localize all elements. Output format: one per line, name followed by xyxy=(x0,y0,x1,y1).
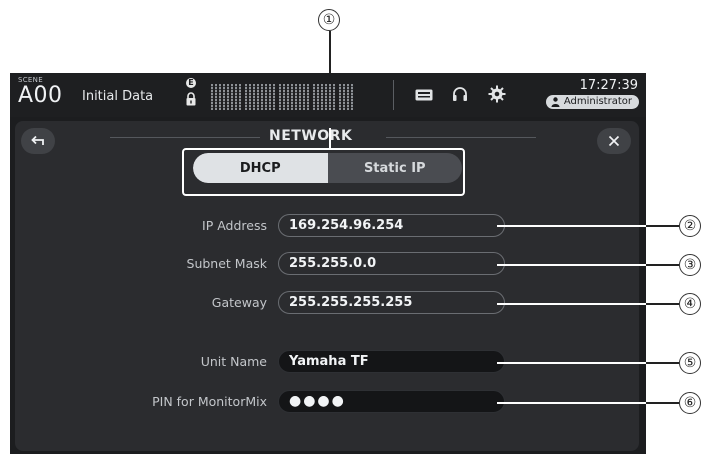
callout-1-highlight xyxy=(182,148,465,196)
status-bar: SCENE A00 Initial Data E 17:27:39 Admini… xyxy=(10,73,646,117)
title-rule-left xyxy=(110,137,260,138)
lock-icon[interactable] xyxy=(185,92,197,106)
back-button[interactable] xyxy=(21,128,55,154)
meter-group xyxy=(313,80,335,110)
pin-label: PIN for MonitorMix xyxy=(152,394,267,409)
scene-number[interactable]: A00 xyxy=(18,83,63,108)
callout-5-line xyxy=(497,362,646,364)
callout-4-line xyxy=(497,303,646,305)
close-button[interactable] xyxy=(597,128,631,154)
callout-2-line xyxy=(497,225,646,227)
callout-4: ④ xyxy=(679,293,701,315)
meter-group xyxy=(211,80,241,110)
callout-3-line-ext xyxy=(646,264,679,266)
callout-5: ⑤ xyxy=(679,352,701,374)
meter-group xyxy=(279,80,309,110)
meter-group xyxy=(245,80,275,110)
callout-6-line-ext xyxy=(646,402,679,404)
gateway-field[interactable]: 255.255.255.255 xyxy=(278,291,505,314)
scene-name[interactable]: Initial Data xyxy=(82,89,153,104)
page-title: NETWORK xyxy=(269,128,353,144)
user-badge[interactable]: Administrator xyxy=(545,95,639,109)
gear-icon[interactable] xyxy=(488,85,506,103)
subnet-mask-label: Subnet Mask xyxy=(186,256,267,271)
back-arrow-icon xyxy=(31,135,44,145)
callout-4-line-ext xyxy=(646,303,679,305)
pin-field[interactable]: ●●●● xyxy=(278,390,505,413)
ip-address-label: IP Address xyxy=(202,218,267,233)
callout-3: ③ xyxy=(679,254,701,276)
callout-2: ② xyxy=(679,215,701,237)
subnet-mask-field[interactable]: 255.255.0.0 xyxy=(278,252,505,275)
unit-name-field[interactable]: Yamaha TF xyxy=(278,350,505,373)
encoder-badge: E xyxy=(186,78,196,88)
user-icon xyxy=(551,97,560,107)
meter-group xyxy=(339,80,353,110)
unit-name-label: Unit Name xyxy=(200,354,267,369)
callout-6: ⑥ xyxy=(679,392,701,414)
level-meters[interactable] xyxy=(211,80,353,110)
user-name: Administrator xyxy=(563,96,632,107)
sd-card-icon[interactable] xyxy=(415,89,433,101)
clock: 17:27:39 xyxy=(579,78,638,93)
callout-5-line-ext xyxy=(646,362,679,364)
callout-3-line xyxy=(497,264,646,266)
callout-1-line-inner xyxy=(329,128,331,148)
callout-2-line-ext xyxy=(646,225,679,227)
callout-1: ① xyxy=(318,9,340,31)
ip-address-field[interactable]: 169.254.96.254 xyxy=(278,214,505,237)
title-rule-right xyxy=(386,137,536,138)
callout-6-line xyxy=(497,402,646,404)
headphones-icon[interactable] xyxy=(452,86,468,102)
close-icon xyxy=(608,135,620,147)
gateway-label: Gateway xyxy=(211,295,267,310)
divider xyxy=(393,80,394,110)
